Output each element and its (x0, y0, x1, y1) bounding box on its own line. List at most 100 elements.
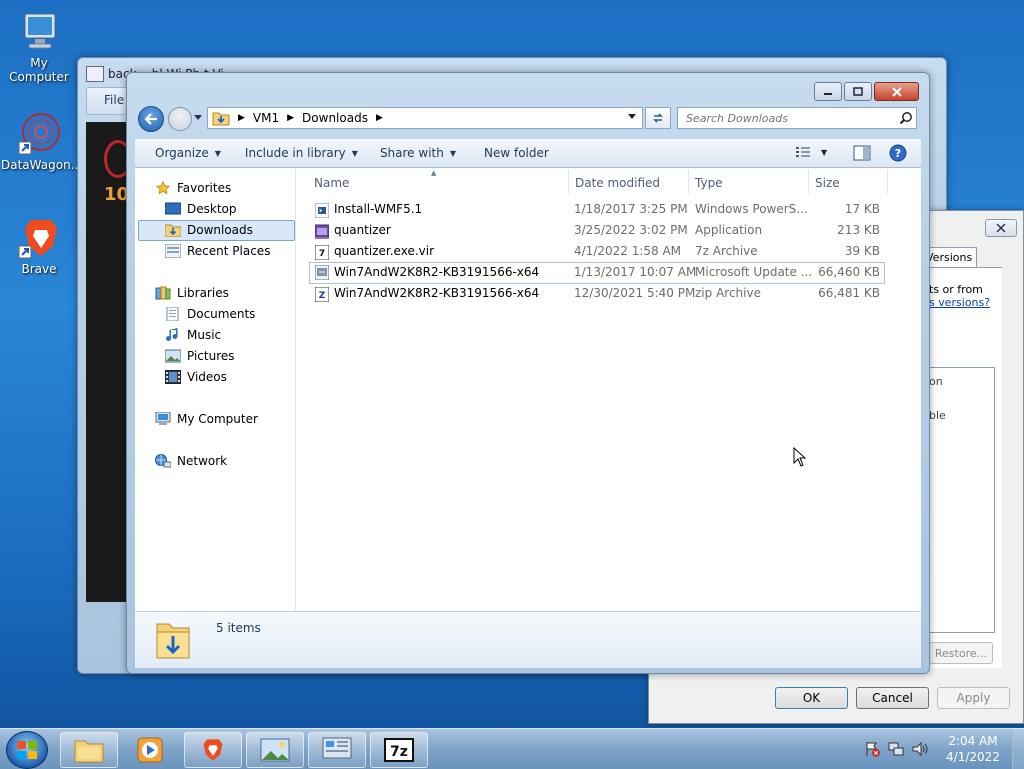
dropdown-arrow-icon: ▼ (214, 148, 221, 158)
svg-text:7: 7 (319, 249, 325, 259)
file-date: 1/13/2017 10:07 AM (574, 265, 697, 279)
nav-my-computer[interactable]: My Computer (155, 410, 258, 428)
file-size: 39 KB (844, 244, 880, 258)
taskbar-media-player[interactable] (121, 732, 179, 768)
downloads-folder-icon (212, 112, 230, 126)
chevron-right-icon: ▶ (287, 113, 295, 123)
action-center-flag-icon[interactable] (864, 741, 880, 757)
file-name: Install-WMF5.1 (334, 202, 423, 216)
nav-downloads[interactable]: Downloads (165, 221, 253, 239)
computer-icon (155, 412, 171, 425)
organize-label: Organize (155, 146, 209, 160)
file-row[interactable]: Z Win7AndW2K8R2-KB3191566-x64 12/30/2021… (310, 284, 884, 304)
include-in-library-button[interactable]: Include in library ▼ (235, 146, 368, 160)
file-row[interactable]: quantizer 3/25/2022 3:02 PM Application … (310, 221, 884, 241)
nav-favorites[interactable]: Favorites (155, 179, 231, 197)
column-header-size[interactable]: Size (815, 176, 840, 190)
clock[interactable]: 2:04 AM 4/1/2022 (940, 733, 1006, 765)
caption-buttons (814, 82, 919, 101)
nav-videos[interactable]: Videos (165, 368, 227, 386)
taskbar-brave[interactable] (184, 732, 242, 768)
taskbar-7zip[interactable]: 7z (370, 732, 428, 768)
close-button[interactable] (874, 82, 919, 101)
application-icon (315, 224, 329, 239)
preview-pane-icon (853, 145, 871, 161)
new-folder-button[interactable]: New folder (474, 146, 559, 160)
breadcrumb-downloads[interactable]: Downloads (302, 111, 368, 125)
minimize-button[interactable] (814, 82, 842, 101)
tab-label: Versions (926, 251, 973, 264)
search-box[interactable] (677, 107, 917, 129)
dropdown-arrow-icon: ▼ (351, 148, 358, 158)
nav-pictures[interactable]: Pictures (165, 347, 235, 365)
file-row[interactable]: 7 quantizer.exe.vir 4/1/2022 1:58 AM 7z … (310, 242, 884, 262)
help-button[interactable]: ? (889, 144, 907, 165)
change-view-button[interactable]: ▼ (795, 145, 827, 159)
volume-icon[interactable] (912, 741, 928, 757)
photo-viewer-icon (260, 738, 290, 762)
sort-indicator-icon: ▲ (431, 169, 437, 177)
nav-label: Libraries (177, 286, 229, 300)
recent-pages-dropdown[interactable] (194, 115, 202, 120)
previous-versions-link[interactable]: s versions? (929, 296, 990, 309)
clock-date: 4/1/2022 (946, 750, 1000, 764)
nav-network[interactable]: Network (155, 452, 227, 470)
search-input[interactable] (684, 110, 893, 126)
column-header-name[interactable]: Name (314, 176, 349, 190)
desktop-icon-brave[interactable]: Brave (1, 216, 77, 276)
list-text: on (929, 375, 943, 388)
desktop-icon-my-computer[interactable]: My Computer (1, 10, 77, 84)
show-desktop-button[interactable] (1012, 729, 1024, 769)
network-icon (155, 454, 171, 468)
file-menu[interactable]: File (104, 93, 124, 107)
taskbar-explorer[interactable] (60, 732, 118, 768)
nav-recent-places[interactable]: Recent Places (165, 242, 270, 260)
nav-music[interactable]: Music (165, 326, 221, 344)
file-date: 3/25/2022 3:02 PM (574, 223, 688, 237)
svg-text:?: ? (895, 147, 901, 160)
mouse-cursor-icon (793, 447, 807, 467)
file-row-focused[interactable]: Win7AndW2K8R2-KB3191566-x64 1/13/2017 10… (309, 262, 885, 284)
restore-button[interactable]: Restore... (929, 642, 993, 664)
maximize-icon (853, 87, 863, 96)
close-icon (891, 86, 902, 97)
apply-button[interactable]: Apply (937, 687, 1010, 709)
cancel-button[interactable]: Cancel (856, 687, 929, 709)
column-header-date-modified[interactable]: Date modified (575, 176, 660, 190)
file-name: Win7AndW2K8R2-KB3191566-x64 (334, 265, 540, 279)
forward-button[interactable] (168, 107, 192, 131)
file-list[interactable]: ▲ Name Date modified Type Size Install-W… (296, 168, 921, 611)
network-status-icon[interactable] (888, 741, 904, 757)
file-type: zip Archive (695, 286, 761, 300)
versions-list[interactable] (927, 367, 995, 633)
refresh-icon (653, 113, 663, 123)
taskbar-photo-viewer[interactable] (246, 732, 304, 768)
maximize-button[interactable] (844, 82, 872, 101)
nav-desktop[interactable]: Desktop (165, 200, 237, 218)
desktop-icon-datawagon[interactable]: DataWagon... (1, 112, 82, 172)
explorer-window[interactable]: ▶ VM1 ▶ Downloads ▶ Organize ▼ Include in… (126, 72, 930, 674)
file-size: 66,460 KB (818, 265, 880, 279)
refresh-button[interactable] (645, 107, 671, 129)
taskbar-control-panel[interactable] (308, 732, 366, 768)
breadcrumb-vm1[interactable]: VM1 (253, 111, 279, 125)
address-bar[interactable]: ▶ VM1 ▶ Downloads ▶ (207, 107, 643, 129)
address-dropdown-icon[interactable] (628, 114, 636, 119)
file-type: Application (695, 223, 763, 237)
documents-icon (166, 307, 179, 321)
nav-documents[interactable]: Documents (165, 305, 255, 323)
file-size: 213 KB (837, 223, 880, 237)
start-button[interactable] (6, 731, 48, 769)
column-header-type[interactable]: Type (695, 176, 723, 190)
nav-libraries[interactable]: Libraries (155, 284, 229, 302)
file-size: 66,481 KB (818, 286, 880, 300)
organize-button[interactable]: Organize ▼ (145, 146, 231, 160)
ok-button[interactable]: OK (775, 687, 848, 709)
item-count: 5 items (216, 621, 261, 635)
file-row[interactable]: Install-WMF5.1 1/18/2017 3:25 PM Windows… (310, 200, 884, 220)
preview-pane-button[interactable] (853, 145, 871, 164)
nav-label: Favorites (177, 181, 232, 195)
share-with-button[interactable]: Share with ▼ (370, 146, 466, 160)
close-button[interactable] (985, 219, 1017, 237)
back-button[interactable] (138, 106, 164, 132)
